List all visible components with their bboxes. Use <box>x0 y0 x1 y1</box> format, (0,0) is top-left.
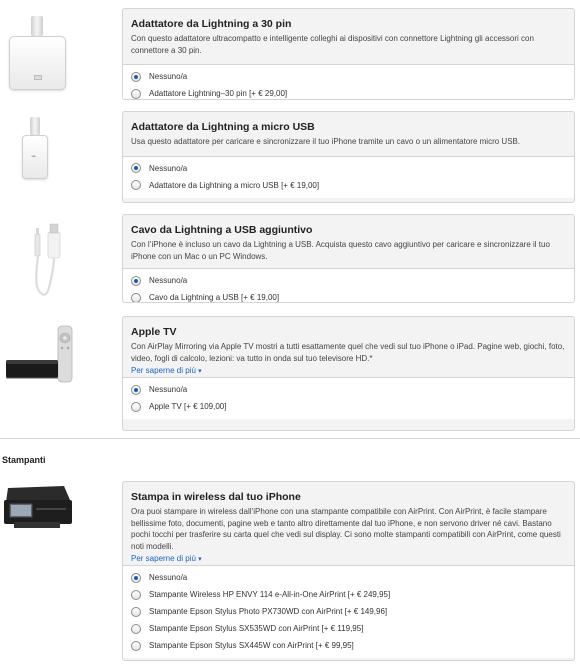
accessory-description: Con questo adattatore ultracompatto e in… <box>131 34 534 55</box>
accessory-title: Cavo da Lightning a USB aggiuntivo <box>131 224 313 236</box>
accessory-panel: Adattatore da Lightning a 30 pin Con que… <box>122 8 575 100</box>
printer-icon <box>0 478 115 538</box>
apple-tv-icon <box>0 316 115 426</box>
lightning-microusb-adapter-icon: ⌁ <box>0 111 115 201</box>
option-usb-cable[interactable]: Cavo da Lightning a USB [+ € 19,00] <box>131 289 566 302</box>
option-label: Cavo da Lightning a USB [+ € 19,00] <box>149 293 280 302</box>
accessory-options: Nessuno/a Cavo da Lightning a USB [+ € 1… <box>123 268 574 302</box>
more-info-label: Per saperne di più <box>131 554 196 563</box>
option-apple-tv[interactable]: Apple TV [+ € 109,00] <box>131 398 566 415</box>
option-label: Nessuno/a <box>149 276 188 285</box>
accessory-title: Adattatore da Lightning a 30 pin <box>131 18 292 30</box>
option-label: Stampante Epson Stylus Photo PX730WD con… <box>149 607 388 616</box>
chevron-down-icon: ▾ <box>198 556 202 563</box>
accessory-title: Apple TV <box>131 326 177 338</box>
option-none[interactable]: Nessuno/a <box>131 68 566 85</box>
option-none[interactable]: Nessuno/a <box>131 272 566 289</box>
chevron-down-icon: ▾ <box>198 368 202 375</box>
option-label: Adattatore da Lightning a micro USB [+ €… <box>149 180 320 190</box>
option-none[interactable]: Nessuno/a <box>131 381 566 398</box>
option-label: Adattatore Lightning–30 pin [+ € 29,00] <box>149 89 288 98</box>
option-label: Nessuno/a <box>149 573 188 582</box>
radio-selected-icon[interactable] <box>131 71 141 82</box>
printers-panel: Stampa in wireless dal tuo iPhone Ora pu… <box>122 481 575 661</box>
accessory-options: Nessuno/a Adattatore da Lightning a micr… <box>123 155 574 198</box>
radio-selected-icon[interactable] <box>131 572 141 583</box>
option-label: Apple TV [+ € 109,00] <box>149 402 227 411</box>
radio-selected-icon[interactable] <box>131 275 141 286</box>
accessory-description: Con AirPlay Mirroring via Apple TV mostr… <box>131 342 565 363</box>
lightning-usb-cable-icon <box>0 214 115 304</box>
radio-selected-icon[interactable] <box>131 384 141 395</box>
radio-icon[interactable] <box>131 640 141 651</box>
option-none[interactable]: Nessuno/a <box>131 569 566 586</box>
option-label: Stampante Wireless HP ENVY 114 e-All-in-… <box>149 590 391 599</box>
option-label: Nessuno/a <box>149 385 188 394</box>
option-hp-envy-114[interactable]: Stampante Wireless HP ENVY 114 e-All-in-… <box>131 586 566 603</box>
accessory-panel: Cavo da Lightning a USB aggiuntivo Con l… <box>122 214 575 303</box>
more-info-link[interactable]: Per saperne di più ▾ <box>131 366 202 375</box>
accessory-description: Usa questo adattatore per caricare e sin… <box>131 137 521 146</box>
printers-description: Ora puoi stampare in wireless dall’iPhon… <box>131 507 561 551</box>
option-epson-sx445w[interactable]: Stampante Epson Stylus SX445W con AirPri… <box>131 637 566 654</box>
radio-icon[interactable] <box>131 623 141 634</box>
radio-icon[interactable] <box>131 292 141 302</box>
option-30pin-adapter[interactable]: Adattatore Lightning–30 pin [+ € 29,00] <box>131 85 566 99</box>
radio-icon[interactable] <box>131 589 141 600</box>
printers-section-header: Stampanti <box>0 438 580 470</box>
printer-options: Nessuno/a Stampante Wireless HP ENVY 114… <box>123 565 574 658</box>
option-label: Nessuno/a <box>149 72 188 81</box>
more-info-label: Per saperne di più <box>131 366 196 375</box>
accessory-panel: Apple TV Con AirPlay Mirroring via Apple… <box>122 316 575 431</box>
option-label: Stampante Epson Stylus SX535WD con AirPr… <box>149 624 364 633</box>
option-label: Stampante Epson Stylus SX445W con AirPri… <box>149 641 354 650</box>
section-title: Stampanti <box>2 455 46 465</box>
accessory-title: Adattatore da Lightning a micro USB <box>131 121 315 133</box>
radio-icon[interactable] <box>131 88 141 99</box>
radio-selected-icon[interactable] <box>131 163 141 173</box>
radio-icon[interactable] <box>131 180 141 190</box>
radio-icon[interactable] <box>131 606 141 617</box>
more-info-link[interactable]: Per saperne di più ▾ <box>131 554 202 563</box>
option-epson-sx535wd[interactable]: Stampante Epson Stylus SX535WD con AirPr… <box>131 620 566 637</box>
accessory-options: Nessuno/a Adattatore Lightning–30 pin [+… <box>123 64 574 99</box>
accessory-description: Con l’iPhone è incluso un cavo da Lightn… <box>131 240 550 261</box>
radio-icon[interactable] <box>131 401 141 412</box>
option-microusb-adapter[interactable]: Adattatore da Lightning a micro USB [+ €… <box>131 177 566 194</box>
option-epson-px730wd[interactable]: Stampante Epson Stylus Photo PX730WD con… <box>131 603 566 620</box>
lightning-30pin-adapter-icon <box>0 8 115 98</box>
option-none[interactable]: Nessuno/a <box>131 160 566 177</box>
printers-title: Stampa in wireless dal tuo iPhone <box>131 491 301 503</box>
accessory-panel: Adattatore da Lightning a micro USB Usa … <box>122 111 575 203</box>
accessory-options: Nessuno/a Apple TV [+ € 109,00] <box>123 377 574 419</box>
option-label: Nessuno/a <box>149 163 188 173</box>
